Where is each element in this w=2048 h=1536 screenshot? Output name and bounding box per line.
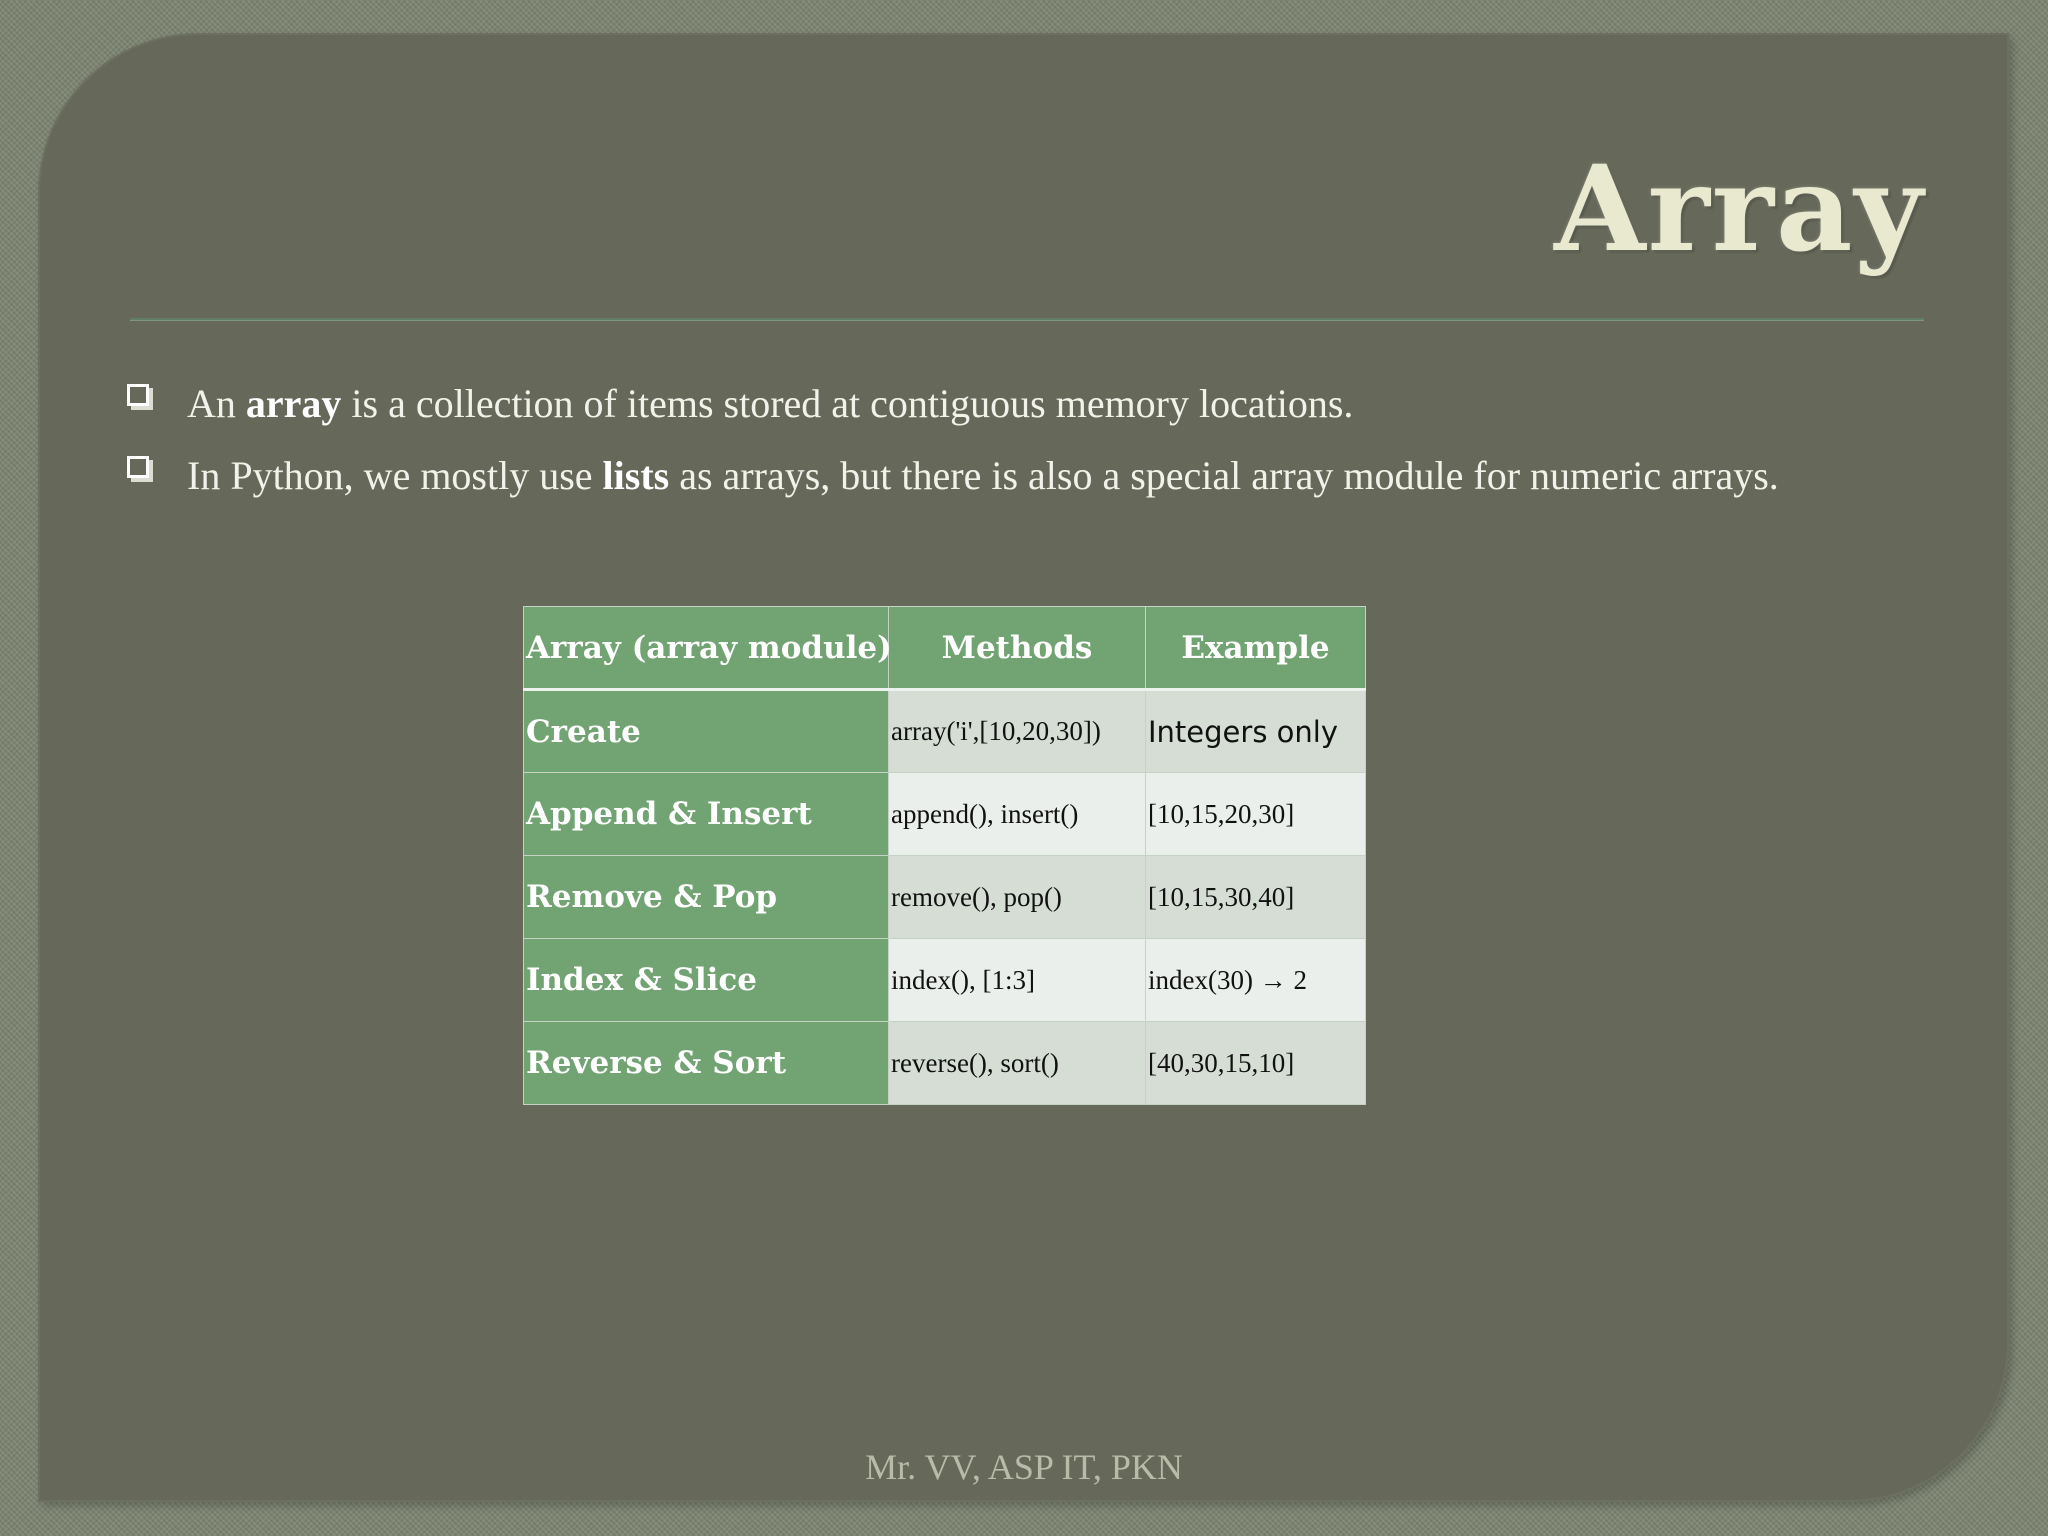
row-example: Integers only: [1145, 689, 1366, 773]
row-method: remove(), pop(): [888, 855, 1146, 939]
array-methods-table: Array (array module) Methods Example Cre…: [523, 606, 1366, 1105]
row-label: Reverse & Sort: [523, 1021, 889, 1105]
header-array-module: Array (array module): [523, 606, 892, 691]
header-example: Example: [1145, 606, 1366, 691]
bullet-text-start: An: [187, 381, 246, 426]
row-example: [10,15,20,30]: [1145, 772, 1366, 856]
title-divider: [130, 318, 1924, 321]
bullet-item: An array is a collection of items stored…: [123, 368, 1883, 440]
row-method: reverse(), sort(): [888, 1021, 1146, 1105]
header-methods: Methods: [888, 606, 1146, 691]
hollow-square-bullet-icon: [127, 456, 149, 478]
row-method: index(), [1:3]: [888, 938, 1146, 1022]
bullet-list: An array is a collection of items stored…: [123, 368, 1883, 512]
bullet-item: In Python, we mostly use lists as arrays…: [123, 440, 1883, 512]
bullet-bold-term: array: [245, 381, 342, 426]
table-row: Append & Insert append(), insert() [10,1…: [523, 772, 1366, 856]
table-row: Create array('i',[10,20,30]) Integers on…: [523, 689, 1366, 773]
row-label: Create: [523, 689, 889, 773]
row-method: array('i',[10,20,30]): [888, 689, 1146, 773]
row-label: Remove & Pop: [523, 855, 889, 939]
table-row: Remove & Pop remove(), pop() [10,15,30,4…: [523, 855, 1366, 939]
hollow-square-bullet-icon: [127, 384, 149, 406]
table-row: Index & Slice index(), [1:3] index(30) →…: [523, 938, 1366, 1022]
row-example: [40,30,15,10]: [1145, 1021, 1366, 1105]
row-label: Index & Slice: [523, 938, 889, 1022]
row-method: append(), insert(): [888, 772, 1146, 856]
table-row: Reverse & Sort reverse(), sort() [40,30,…: [523, 1021, 1366, 1105]
row-example: index(30) → 2: [1145, 938, 1366, 1022]
bullet-text-end: is a collection of items stored at conti…: [341, 381, 1354, 426]
bullet-bold-term: lists: [602, 453, 670, 498]
bullet-text-end: as arrays, but there is also a special a…: [669, 453, 1779, 498]
row-example: [10,15,30,40]: [1145, 855, 1366, 939]
slide-title: Array: [1554, 139, 1925, 278]
table-header-row: Array (array module) Methods Example: [523, 606, 1366, 691]
row-label: Append & Insert: [523, 772, 889, 856]
bullet-text-start: In Python, we mostly use: [187, 453, 603, 498]
slide-footer: Mr. VV, ASP IT, PKN: [865, 1447, 1183, 1487]
